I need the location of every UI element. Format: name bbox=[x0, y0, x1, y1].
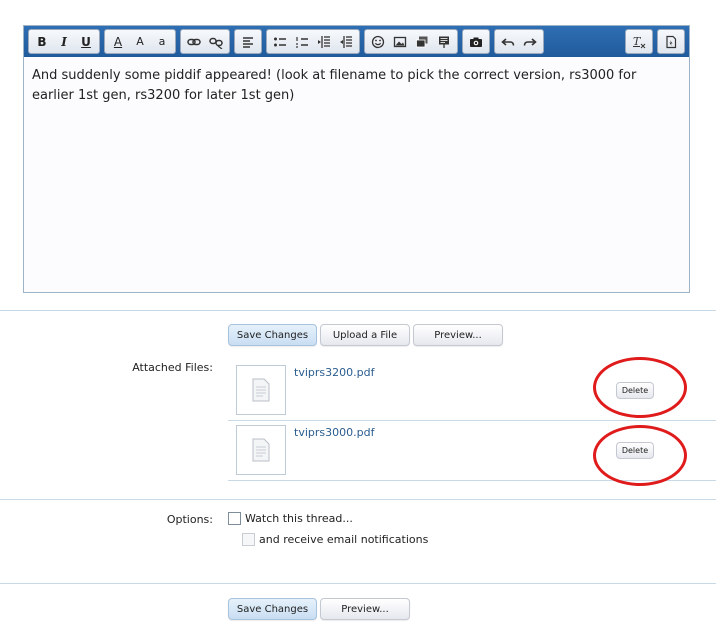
toolbar-group-font: A A a bbox=[104, 29, 176, 54]
toolbar-group-link bbox=[180, 29, 230, 54]
underline-icon[interactable]: U bbox=[75, 31, 97, 52]
annotation-circle bbox=[593, 357, 687, 418]
outdent-icon[interactable] bbox=[313, 31, 335, 52]
link-icon[interactable] bbox=[183, 31, 205, 52]
divider bbox=[0, 499, 716, 500]
toolbar-group-text-style: B I U bbox=[28, 29, 100, 54]
indent-icon[interactable] bbox=[335, 31, 357, 52]
editor-content[interactable]: And suddenly some piddif appeared! (look… bbox=[24, 57, 689, 115]
media-icon[interactable] bbox=[411, 31, 433, 52]
text-color-icon[interactable]: A bbox=[107, 31, 129, 52]
watch-thread-option[interactable]: Watch this thread... bbox=[228, 512, 353, 525]
preview-button-bottom[interactable]: Preview... bbox=[320, 598, 410, 620]
toolbar-group-lists bbox=[266, 29, 360, 54]
camera-icon[interactable] bbox=[465, 31, 487, 52]
smiley-icon[interactable] bbox=[367, 31, 389, 52]
remove-format-icon[interactable]: T bbox=[628, 31, 650, 52]
email-notification-label: and receive email notifications bbox=[259, 533, 429, 546]
bbcode-toggle-icon[interactable] bbox=[660, 31, 682, 52]
divider bbox=[0, 583, 716, 584]
upload-file-button[interactable]: Upload a File bbox=[320, 324, 410, 346]
align-icon[interactable] bbox=[237, 31, 259, 52]
numbered-list-icon[interactable] bbox=[291, 31, 313, 52]
italic-icon[interactable]: I bbox=[53, 31, 75, 52]
pdf-file-icon[interactable] bbox=[236, 425, 286, 475]
save-changes-button[interactable]: Save Changes bbox=[228, 324, 317, 346]
attachment-filename[interactable]: tviprs3000.pdf bbox=[294, 426, 374, 439]
bulleted-list-icon[interactable] bbox=[269, 31, 291, 52]
toolbar-group-align bbox=[234, 29, 262, 54]
annotation-circle bbox=[593, 425, 687, 486]
code-icon[interactable] bbox=[433, 31, 455, 52]
save-changes-button-bottom[interactable]: Save Changes bbox=[228, 598, 317, 620]
bold-icon[interactable]: B bbox=[31, 31, 53, 52]
toolbar-group-remove-format: T bbox=[625, 29, 653, 54]
image-icon[interactable] bbox=[389, 31, 411, 52]
undo-icon[interactable] bbox=[497, 31, 519, 52]
divider bbox=[0, 310, 716, 311]
watch-thread-checkbox[interactable] bbox=[228, 512, 241, 525]
options-label: Options: bbox=[166, 513, 213, 526]
toolbar-group-insert bbox=[364, 29, 458, 54]
watch-thread-label[interactable]: Watch this thread... bbox=[245, 512, 353, 525]
preview-button[interactable]: Preview... bbox=[413, 324, 503, 346]
pdf-file-icon[interactable] bbox=[236, 365, 286, 415]
redo-icon[interactable] bbox=[519, 31, 541, 52]
toolbar-group-history bbox=[494, 29, 544, 54]
font-size-icon[interactable]: A bbox=[129, 31, 151, 52]
email-notification-checkbox bbox=[242, 533, 255, 546]
email-notification-option: and receive email notifications bbox=[242, 533, 428, 546]
editor-toolbar: B I U A A a T bbox=[24, 26, 689, 57]
toolbar-group-bbcode bbox=[657, 29, 685, 54]
attached-files-label: Attached Files: bbox=[132, 361, 213, 374]
message-editor[interactable]: B I U A A a T And suddenly some piddif a… bbox=[23, 25, 690, 293]
attachment-filename[interactable]: tviprs3200.pdf bbox=[294, 366, 374, 379]
unlink-icon[interactable] bbox=[205, 31, 227, 52]
toolbar-group-camera bbox=[462, 29, 490, 54]
font-family-icon[interactable]: a bbox=[151, 31, 173, 52]
